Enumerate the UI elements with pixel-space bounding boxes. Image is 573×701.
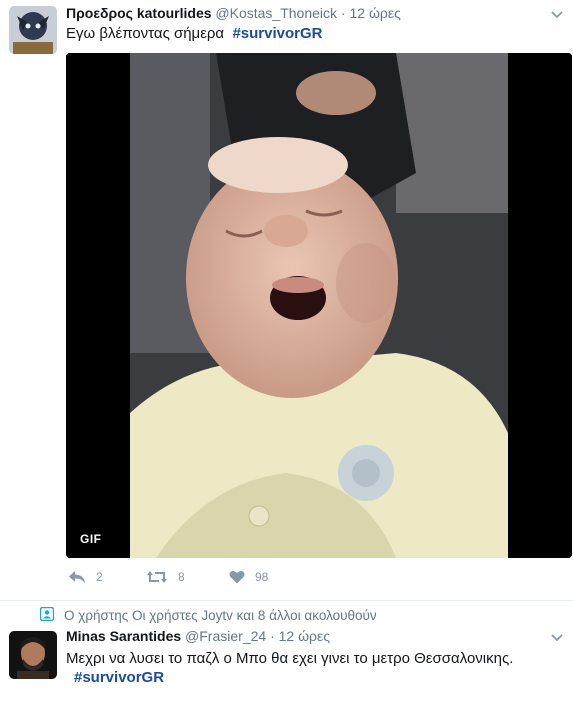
tweet-text: Εγω βλέποντας σήμερα #survivorGR (66, 24, 322, 44)
like-icon (229, 570, 245, 584)
like-button[interactable]: 98 (229, 570, 268, 584)
author-name[interactable]: Προεδρος katourlides (66, 5, 212, 21)
retweet-count: 8 (178, 570, 185, 584)
more-caret-icon[interactable] (551, 631, 563, 645)
retweet-icon (146, 570, 168, 584)
follow-context-icon (39, 606, 55, 624)
tweet-body: Μεχρι να λυσει το παζλ ο Μπο θα εχει γιν… (66, 650, 514, 667)
reply-count: 2 (96, 570, 103, 584)
author-handle[interactable]: @Kostas_Thoneick (215, 5, 337, 21)
follow-context: Ο χρήστης Οι χρήστες Joytv και 8 άλλοι α… (39, 606, 377, 624)
separator-dot: · (270, 628, 275, 644)
retweet-button[interactable]: 8 (146, 570, 185, 584)
timestamp[interactable]: 12 ώρες (279, 628, 330, 644)
author-name[interactable]: Minas Sarantides (66, 628, 181, 644)
reply-button[interactable]: 2 (68, 570, 103, 584)
tweet-body: Εγω βλέποντας σήμερα (66, 25, 225, 42)
follow-context-text[interactable]: Ο χρήστης Οι χρήστες Joytv και 8 άλλοι α… (64, 608, 377, 623)
author-handle[interactable]: @Frasier_24 (185, 628, 266, 644)
avatar[interactable] (9, 631, 57, 679)
tweet-1[interactable]: Προεδρος katourlides @Kostas_Thoneick · … (0, 0, 573, 600)
hashtag-link[interactable]: #survivorGR (74, 669, 164, 686)
tweet-header: Προεδρος katourlides @Kostas_Thoneick · … (66, 5, 401, 21)
separator-dot: · (340, 5, 346, 21)
like-count: 98 (255, 570, 269, 584)
gif-frame (66, 53, 572, 558)
gif-badge: GIF (80, 532, 102, 546)
gif-media[interactable]: GIF (66, 53, 572, 558)
hashtag-link[interactable]: #survivorGR (232, 25, 322, 42)
reply-icon (68, 570, 86, 584)
tweet-hashtag-line: #survivorGR (66, 668, 164, 688)
avatar[interactable] (9, 6, 57, 54)
timestamp[interactable]: 12 ώρες (349, 5, 400, 21)
tweet-header: Minas Sarantides @Frasier_24 · 12 ώρες (66, 628, 330, 644)
more-caret-icon[interactable] (551, 8, 563, 22)
